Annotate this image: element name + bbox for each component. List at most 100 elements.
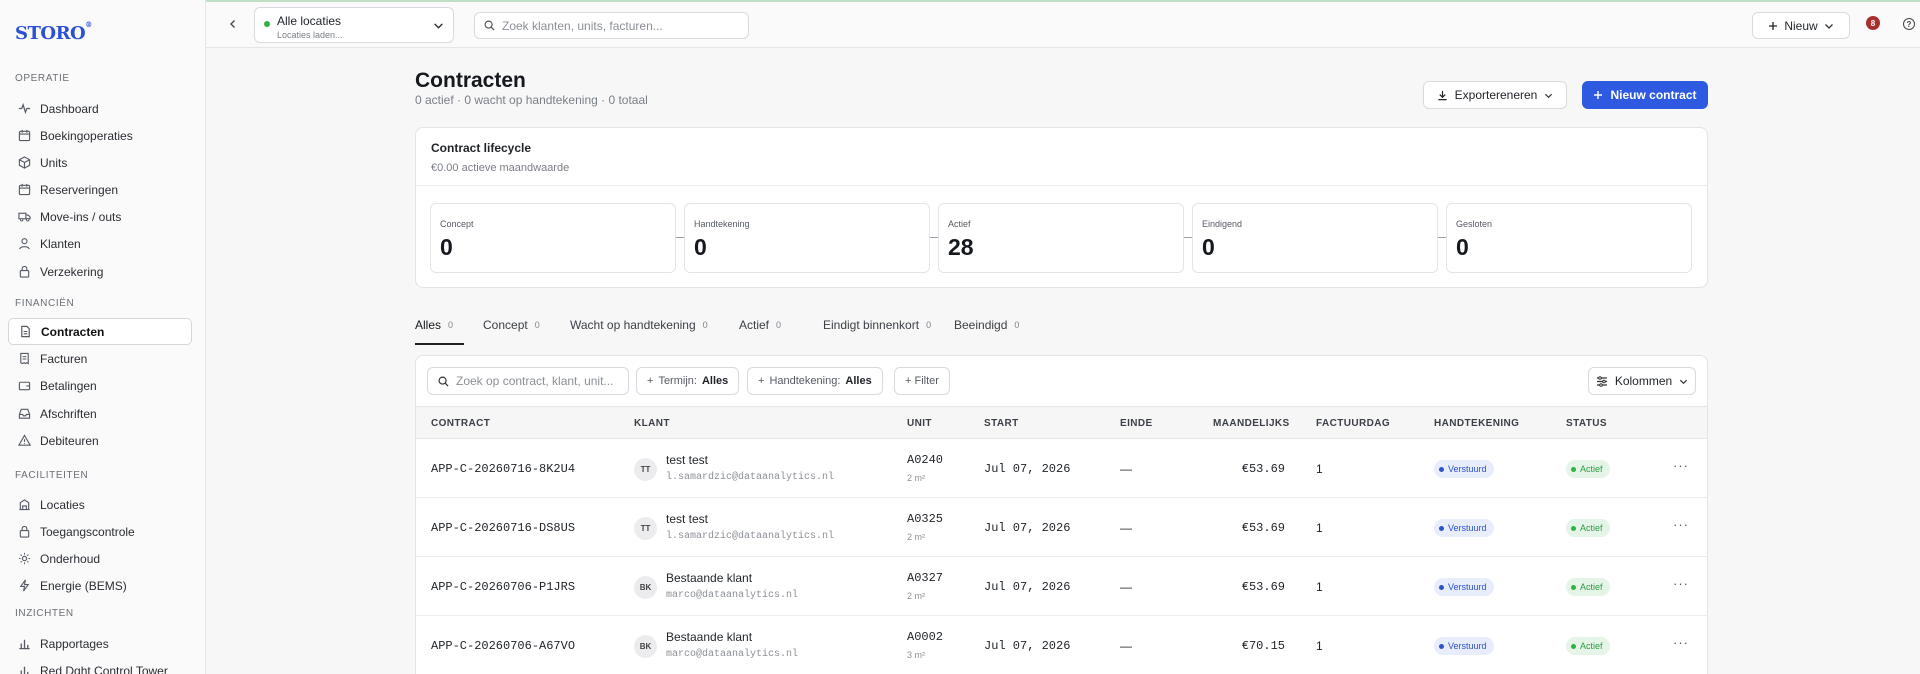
sidebar-item-dashboard[interactable]: Dashboard (8, 95, 192, 122)
sidebar-item-label: Klanten (40, 236, 81, 251)
help-icon[interactable]: ? (1903, 18, 1915, 30)
unit-code: A0002 (907, 630, 944, 644)
monthly-amount: €53.69 (1241, 462, 1285, 476)
sidebar-item-boekingoperaties[interactable]: Boekingoperaties (8, 122, 192, 149)
tab-wacht-op-handtekening[interactable]: Wacht op handtekening 0 (570, 318, 708, 346)
status-label: Actief (1580, 582, 1603, 592)
sidebar-item-klanten[interactable]: Klanten (8, 230, 192, 257)
columns-button[interactable]: Kolommen (1588, 367, 1696, 395)
lifecycle-stage-eindigend[interactable]: Eindigend 0 (1192, 203, 1438, 273)
add-filter-button[interactable]: + Filter (894, 367, 950, 395)
contract-tabs: Alles 0 Concept 0 Wacht op handtekening 0 Acti… (415, 318, 1708, 346)
sidebar-item-onderhoud[interactable]: Onderhoud (8, 545, 192, 572)
sidebar-section-title: OPERATIE (15, 73, 70, 84)
tab-eindigt-binnenkort[interactable]: Eindigt binnenkort 0 (823, 318, 931, 346)
sidebar-item-verzekering[interactable]: Verzekering (8, 258, 192, 285)
logo-text: STORO (15, 16, 86, 46)
storo-logo[interactable]: STORO® (15, 16, 92, 46)
sidebar-item-units[interactable]: Units (8, 149, 192, 176)
more-actions-icon[interactable]: ··· (1673, 518, 1689, 531)
column-header-factuurdag[interactable]: FACTUURDAG (1316, 418, 1390, 429)
status-dot (1571, 643, 1576, 649)
tab-alles[interactable]: Alles 0 (415, 318, 453, 346)
more-actions-icon[interactable]: ··· (1673, 636, 1689, 649)
columns-button-label: Kolommen (1614, 374, 1673, 388)
sidebar-item-betalingen[interactable]: Betalingen (8, 372, 192, 399)
global-search[interactable] (474, 12, 749, 39)
chevron-down-icon (1824, 23, 1833, 29)
sidebar-item-label: Betalingen (40, 378, 97, 393)
sidebar-item-toegangscontrole[interactable]: Toegangscontrole (8, 518, 192, 545)
sidebar-item-label: Verzekering (40, 264, 104, 279)
table-row[interactable]: APP-C-20260716-DS8US TT test test l.sama… (416, 499, 1707, 557)
unit-code: A0327 (907, 571, 944, 585)
unit-size: 2 m² (907, 532, 925, 542)
lifecycle-subtitle: €0.00 actieve maandwaarde (431, 162, 570, 174)
sidebar-item-facturen[interactable]: Facturen (8, 345, 192, 372)
plus-icon: + (758, 375, 765, 387)
tab-concept[interactable]: Concept 0 (483, 318, 540, 346)
new-button[interactable]: Nieuw (1752, 12, 1850, 39)
status-dot (1439, 466, 1444, 472)
contract-id[interactable]: APP-C-20260716-8K2U4 (431, 462, 575, 476)
top-bar: Alle locaties Locaties laden... Nieuw 8 … (206, 2, 1920, 48)
stage-connector (1184, 237, 1192, 238)
lifecycle-title: Contract lifecycle (431, 141, 532, 155)
column-header-maandelijks[interactable]: MAANDELIJKS (1213, 418, 1290, 429)
table-row[interactable]: APP-C-20260716-8K2U4 TT test test l.sama… (416, 440, 1707, 498)
contract-search-input[interactable] (456, 374, 621, 388)
global-search-input[interactable] (502, 18, 732, 33)
signature-badge: Verstuurd (1434, 460, 1494, 478)
table-row[interactable]: APP-C-20260706-P1JRS BK Bestaande klant … (416, 558, 1707, 616)
sidebar-section-title: INZICHTEN (15, 608, 74, 619)
sidebar-item-move-ins-outs[interactable]: Move-ins / outs (8, 203, 192, 230)
sidebar-item-label: Units (40, 155, 68, 170)
column-header-klant[interactable]: KLANT (634, 418, 670, 429)
tab-actief[interactable]: Actief 0 (739, 318, 781, 346)
notification-badge[interactable]: 8 (1866, 16, 1880, 30)
contract-search[interactable] (427, 367, 629, 395)
invoice-day: 1 (1316, 580, 1323, 594)
tab-beeindigd[interactable]: Beeindigd 0 (954, 318, 1019, 346)
contract-lifecycle-card: Contract lifecycle €0.00 actieve maandwa… (415, 127, 1708, 288)
contract-id[interactable]: APP-C-20260706-A67VO (431, 639, 575, 653)
sidebar-section-title: FINANCIËN (15, 298, 75, 309)
filter-handtekening[interactable]: + Handtekening: Alles (747, 367, 883, 395)
column-header-contract[interactable]: CONTRACT (431, 418, 490, 429)
sidebar-item-energie-bems[interactable]: Energie (BEMS) (8, 572, 192, 599)
lifecycle-stage-gesloten[interactable]: Gesloten 0 (1446, 203, 1692, 273)
contract-id[interactable]: APP-C-20260706-P1JRS (431, 580, 575, 594)
table-row[interactable]: APP-C-20260706-A67VO BK Bestaande klant … (416, 617, 1707, 674)
export-button[interactable]: Exportereneren (1423, 81, 1567, 109)
chevron-down-icon (1545, 93, 1553, 98)
collapse-sidebar-button[interactable] (223, 14, 243, 34)
column-header-einde[interactable]: EINDE (1120, 418, 1153, 429)
location-select[interactable]: Alle locaties Locaties laden... (254, 7, 454, 43)
column-header-start[interactable]: START (984, 418, 1019, 429)
sidebar-item-rapportages[interactable]: Rapportages (8, 630, 192, 657)
signature-label: Verstuurd (1448, 523, 1487, 533)
lifecycle-stage-handtekening[interactable]: Handtekening 0 (684, 203, 930, 273)
sidebar-item-reserveringen[interactable]: Reserveringen (8, 176, 192, 203)
signature-label: Verstuurd (1448, 641, 1487, 651)
column-header-unit[interactable]: UNIT (907, 418, 932, 429)
sidebar-item-debiteuren[interactable]: Debiteuren (8, 427, 192, 454)
customer-name: Bestaande klant (666, 630, 753, 644)
contract-id[interactable]: APP-C-20260716-DS8US (431, 521, 575, 535)
column-header-status[interactable]: STATUS (1566, 418, 1607, 429)
sidebar-item-locaties[interactable]: Locaties (8, 491, 192, 518)
column-header-handtekening[interactable]: HANDTEKENING (1434, 418, 1519, 429)
end-date: — (1120, 639, 1132, 653)
more-actions-icon[interactable]: ··· (1673, 459, 1689, 472)
box-icon (17, 156, 31, 170)
lifecycle-stage-actief[interactable]: Actief 28 (938, 203, 1184, 273)
sidebar-item-contracten[interactable]: Contracten (8, 318, 192, 345)
tab-label: Wacht op handtekening (570, 318, 696, 332)
filter-termijn[interactable]: + Termijn: Alles (636, 367, 740, 395)
sidebar-item-afschriften[interactable]: Afschriften (8, 400, 192, 427)
sidebar-item-red-dght-control-tower[interactable]: Red Dght Control Tower (8, 657, 192, 674)
more-actions-icon[interactable]: ··· (1673, 577, 1689, 590)
sidebar-item-label: Dashboard (40, 101, 99, 116)
new-contract-button[interactable]: Nieuw contract (1582, 81, 1708, 109)
lifecycle-stage-concept[interactable]: Concept 0 (430, 203, 676, 273)
